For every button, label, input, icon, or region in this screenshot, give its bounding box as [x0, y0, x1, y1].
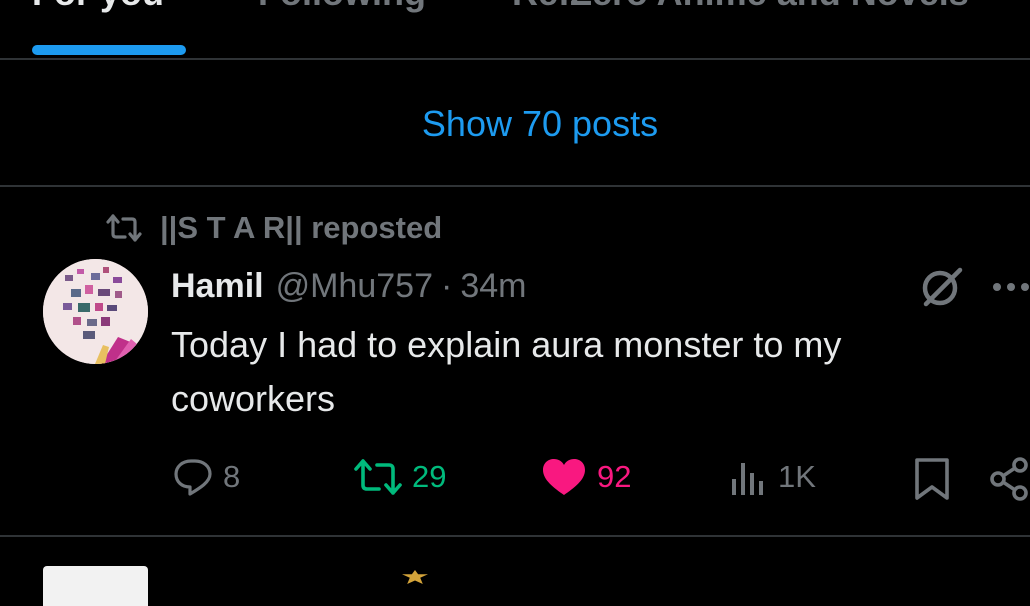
show-new-posts-button[interactable]: Show 70 posts: [0, 62, 1030, 186]
timeline-tabs: For you Following Re:Zero Anime and Nove…: [0, 0, 1030, 60]
post-header: Hamil @Mhu757 · 34m: [171, 264, 526, 308]
views-button[interactable]: 1K: [728, 457, 816, 497]
bookmark-icon: [915, 458, 949, 500]
avatar[interactable]: [43, 259, 148, 364]
repost-count: 29: [412, 459, 447, 494]
share-icon: [990, 457, 1028, 501]
next-post-avatar[interactable]: [43, 566, 148, 606]
repost-icon: [106, 214, 142, 242]
share-button[interactable]: [990, 457, 1030, 501]
divider: [0, 185, 1030, 187]
more-icon[interactable]: [992, 282, 1030, 292]
tab-following[interactable]: Following: [258, 0, 426, 14]
repost-context-label: ||S T A R|| reposted: [160, 210, 443, 245]
divider: [0, 535, 1030, 537]
reply-button[interactable]: 8: [173, 457, 240, 497]
reply-icon: [174, 459, 212, 496]
author-name[interactable]: Hamil: [171, 267, 264, 306]
heart-icon: [543, 459, 585, 495]
active-tab-indicator: [32, 45, 186, 55]
repost-context[interactable]: ||S T A R|| reposted: [106, 208, 442, 248]
views-count: 1K: [778, 459, 816, 494]
reply-count: 8: [223, 459, 241, 494]
post-actions: 8 29 92 1K: [0, 457, 1030, 501]
verified-badge-icon: [402, 570, 428, 584]
tab-for-you[interactable]: For you: [32, 0, 164, 14]
grok-icon[interactable]: [918, 266, 964, 308]
like-count: 92: [597, 459, 632, 494]
post-time[interactable]: 34m: [460, 267, 526, 306]
repost-button[interactable]: 29: [354, 457, 446, 497]
divider: [0, 58, 1030, 60]
avatar-image: [43, 259, 148, 364]
repost-icon: [354, 459, 402, 495]
bookmark-button[interactable]: [912, 457, 962, 501]
tab-rezero-community[interactable]: Re:Zero Anime and Novels: [512, 0, 969, 14]
author-handle[interactable]: @Mhu757: [276, 267, 433, 306]
views-icon: [732, 463, 763, 495]
post-text: Today I had to explain aura monster to m…: [171, 324, 842, 419]
like-button[interactable]: 92: [541, 457, 631, 497]
separator-dot: ·: [440, 266, 453, 305]
